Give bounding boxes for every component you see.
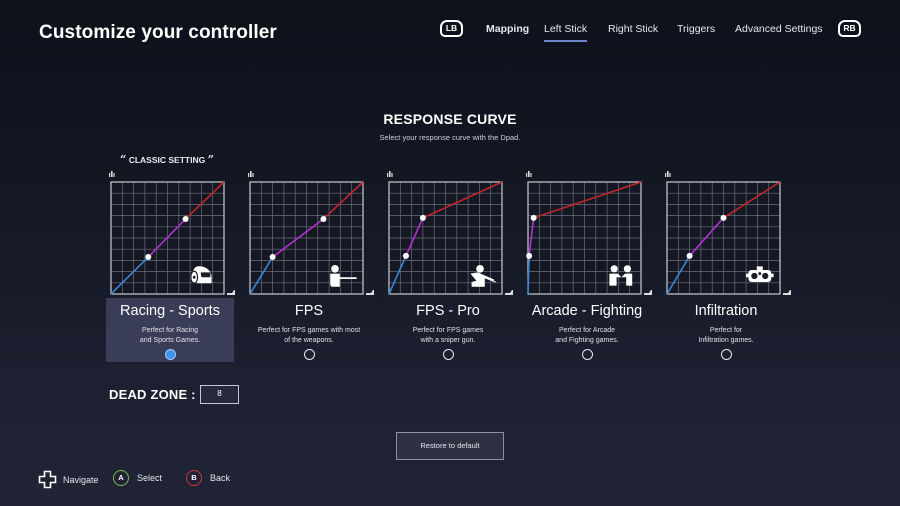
curve-control-point [530,214,537,221]
curve-name: Infiltration [694,303,758,319]
x-axis-stick-icon [783,290,791,295]
response-curve-chart [248,171,374,295]
x-axis-stick-icon [505,290,513,295]
dpad-icon [38,470,57,489]
response-curve-chart [526,171,652,295]
restore-default-button[interactable]: Restore to default [396,432,504,460]
curve-radio-button[interactable] [304,349,315,360]
curve-description: Perfect for Arcade and Fighting games. [555,327,619,344]
response-curve-chart [665,171,791,295]
curve-control-point [269,254,276,261]
curve-description: Perfect for Racing and Sports Games. [139,327,201,344]
tab-advanced-settings[interactable]: Advanced Settings [735,23,823,35]
curve-name: FPS [294,303,324,319]
response-curve-subtitle: Select your response curve with the Dpad… [379,133,521,142]
tab-mapping[interactable]: Mapping [486,23,529,35]
response-curve-chart [387,171,513,295]
dead-zone-label: DEAD ZONE : [109,387,196,402]
a-button-icon: A [113,470,129,486]
x-axis-stick-icon [366,290,374,295]
hint-navigate: Navigate [38,470,99,489]
curve-radio-button[interactable] [721,349,732,360]
tab-right-stick[interactable]: Right Stick [608,23,658,35]
curve-card-fps-pro[interactable]: FPS - Pro Perfect for FPS games with a sni… [387,170,517,364]
curve-name: Racing - Sports [120,303,220,319]
y-axis-stick-icon [248,171,254,177]
lb-bumper-button[interactable]: LB [440,20,463,37]
curve-radio-button[interactable] [443,349,454,360]
y-axis-stick-icon [665,171,671,177]
response-curve-chart [109,171,235,295]
top-nav: LB Mapping Left Stick Right Stick Trigge… [0,19,900,49]
y-axis-stick-icon [109,171,115,177]
open-quote-icon: “ [120,153,127,166]
dead-zone-input[interactable]: 8 [200,385,239,404]
curve-card-infiltration[interactable]: Infiltration Perfect for Infiltration game… [665,170,795,364]
rb-bumper-button[interactable]: RB [838,20,861,37]
classic-setting-label: “ CLASSIC SETTING ” [120,153,214,166]
close-quote-icon: ” [207,153,214,166]
response-curve-title: RESPONSE CURVE [383,111,517,127]
curve-name: FPS - Pro [416,303,480,319]
curve-control-point [419,214,426,221]
navigate-label: Navigate [63,474,99,485]
curve-description: Perfect for FPS games with most of the we… [257,327,361,344]
hint-back: B Back [186,470,230,486]
curve-control-point [145,254,152,261]
y-axis-stick-icon [387,171,393,177]
select-label: Select [137,473,163,483]
curve-segment-low [527,255,530,295]
curve-radio-button[interactable] [582,349,593,360]
x-axis-stick-icon [644,290,652,295]
curve-card-racing-sports[interactable]: Racing - Sports Perfect for Racing and Spo… [106,170,239,364]
x-axis-stick-icon [227,290,235,295]
tab-left-stick[interactable]: Left Stick [544,23,588,42]
curve-card-fps[interactable]: FPS Perfect for FPS games with most of the… [248,170,378,364]
curve-control-point [526,252,533,259]
curve-radio-button[interactable] [165,349,176,360]
hint-select: A Select [113,470,162,486]
classic-setting-text: CLASSIC SETTING [128,155,206,165]
curve-name: Arcade - Fighting [531,303,643,319]
curve-card-arcade-fighting[interactable]: Arcade - Fighting Perfect for Arcade and F… [526,170,656,364]
b-button-icon: B [186,470,202,486]
curve-control-point [402,252,409,259]
curve-description: Perfect for FPS games with a sniper gun. [412,327,484,344]
tab-triggers[interactable]: Triggers [677,23,715,35]
curve-control-point [182,215,189,222]
back-label: Back [210,473,231,483]
curve-control-point [686,252,693,259]
y-axis-stick-icon [526,171,532,177]
curve-control-point [320,215,327,222]
curve-description: Perfect for Infiltration games. [698,327,754,344]
curve-control-point [720,214,727,221]
